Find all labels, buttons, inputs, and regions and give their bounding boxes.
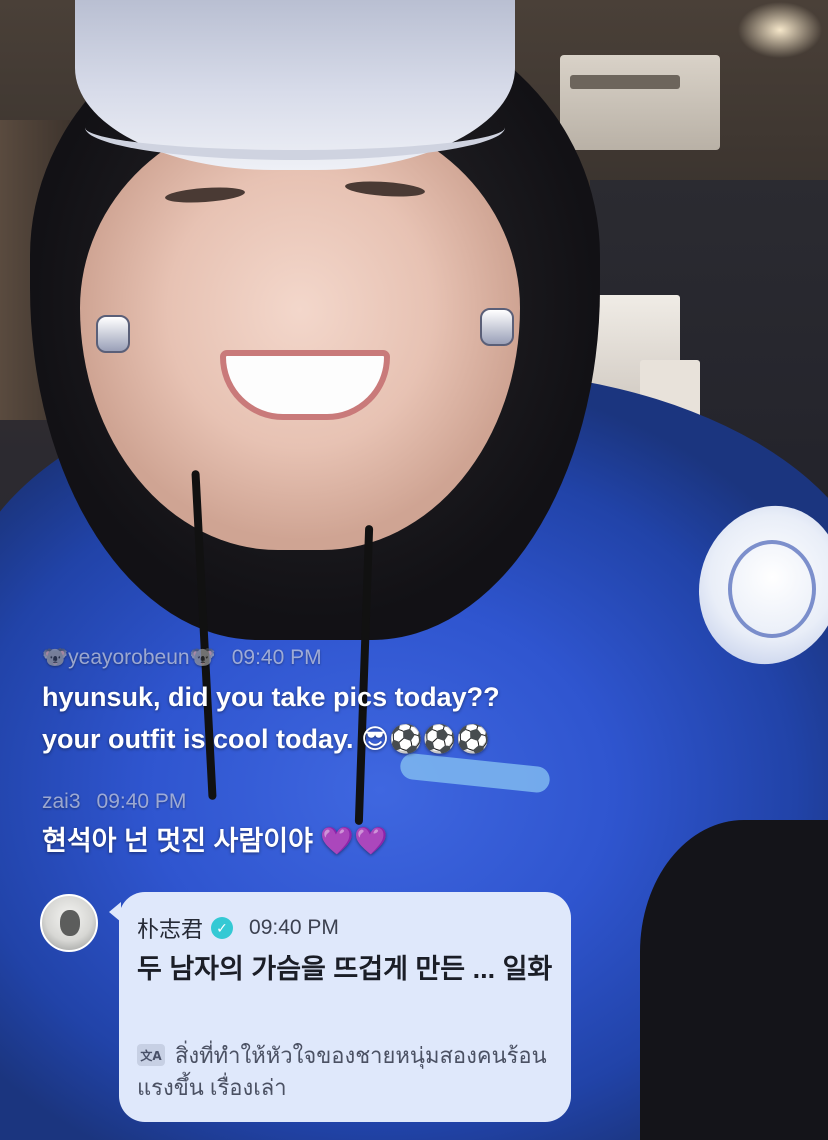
artist-message-header: 朴志君 ✓ 09:40 PM [137,912,339,944]
chat-timestamp: 09:40 PM [231,646,322,669]
chat-timestamp: 09:40 PM [96,790,187,813]
chat-overlay: 🐨yeayorobeun🐨 09:40 PM hyunsuk, did you t… [0,0,828,1140]
artist-username[interactable]: 朴志君 [137,912,203,944]
chat-message-line: hyunsuk, did you take pics today?? [42,682,500,712]
chat-message-line: your outfit is cool today. 😎⚽⚽⚽ [42,724,491,754]
artist-avatar[interactable] [40,894,98,952]
chat-message-line: 현석아 넌 멋진 사람이야 💜💜 [42,826,388,856]
artist-timestamp: 09:40 PM [249,916,339,939]
chat-username[interactable]: 🐨yeayorobeun🐨 [42,646,216,669]
live-stream-screen: 🐨yeayorobeun🐨 09:40 PM hyunsuk, did you t… [0,0,828,1140]
artist-message-translation: สิ่งที่ทำให้หัวใจของชายหนุ่มสองคนร้อนแรง… [137,1043,547,1100]
chat-message-meta: 🐨yeayorobeun🐨 09:40 PM [42,646,322,670]
artist-message-bubble: 朴志君 ✓ 09:40 PM 두 남자의 가슴을 뜨겁게 만든 ... 일화 文… [109,892,571,1122]
chat-username[interactable]: zai3 [42,790,81,813]
verified-check-icon: ✓ [211,917,234,939]
chat-message-meta: zai3 09:40 PM [42,790,186,814]
artist-message-text: 두 남자의 가슴을 뜨겁게 만든 ... 일화 [137,954,553,984]
